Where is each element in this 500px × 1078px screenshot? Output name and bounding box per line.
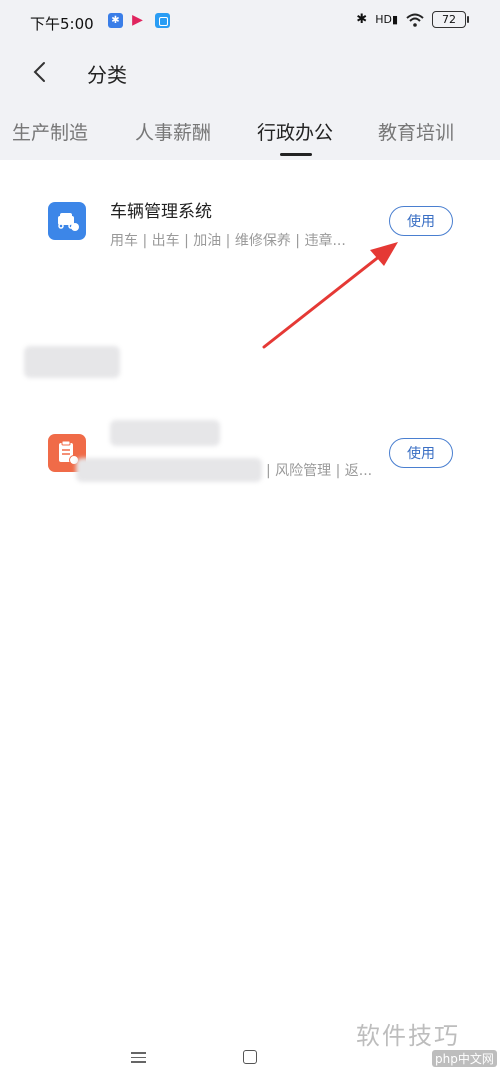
tab-education[interactable]: 教育培训 bbox=[378, 118, 454, 145]
back-arrow-icon[interactable] bbox=[30, 61, 50, 83]
use-button[interactable]: 使用 bbox=[389, 206, 453, 236]
page-title: 分类 bbox=[87, 63, 127, 87]
wifi-icon bbox=[406, 13, 424, 27]
list-item: 车辆管理系统 用车 | 出车 | 加油 | 维修保养 | 违章... 使用 bbox=[0, 180, 500, 270]
battery-icon: 72 bbox=[432, 11, 469, 28]
system-nav-bar bbox=[0, 1040, 500, 1078]
status-bar: 下午5:00 ✱ ▶ ✱ HD▮ 72 bbox=[0, 0, 500, 44]
play-icon: ▶ bbox=[132, 12, 143, 28]
tab-production[interactable]: 生产制造 bbox=[12, 118, 88, 145]
item-description: | 风险管理 | 返... bbox=[266, 463, 373, 479]
blurred-item-desc bbox=[76, 458, 262, 482]
blurred-item-title bbox=[110, 420, 220, 446]
category-tabs: 生产制造 人事薪酬 行政办公 教育培训 bbox=[0, 100, 500, 160]
car-icon bbox=[48, 202, 86, 240]
blurred-section-header bbox=[24, 346, 120, 378]
header-bar: 分类 bbox=[0, 44, 500, 100]
list-item: | 风险管理 | 返... 使用 bbox=[0, 410, 500, 500]
active-tab-indicator bbox=[280, 153, 312, 156]
tab-admin-office[interactable]: 行政办公 bbox=[257, 118, 333, 145]
status-right-group: ✱ HD▮ 72 bbox=[356, 11, 469, 28]
bluetooth-app-icon: ✱ bbox=[108, 13, 123, 28]
signal-icon: HD▮ bbox=[375, 13, 398, 26]
app-notification-icon bbox=[155, 13, 170, 28]
use-button[interactable]: 使用 bbox=[389, 438, 453, 468]
tab-hr-payroll[interactable]: 人事薪酬 bbox=[135, 118, 211, 145]
status-time: 下午5:00 bbox=[30, 15, 94, 33]
home-icon[interactable] bbox=[243, 1050, 257, 1064]
menu-icon[interactable] bbox=[131, 1049, 146, 1066]
bluetooth-icon: ✱ bbox=[356, 12, 368, 27]
item-title: 车辆管理系统 bbox=[110, 202, 212, 222]
annotation-arrow-icon bbox=[262, 242, 398, 349]
item-description: 用车 | 出车 | 加油 | 维修保养 | 违章... bbox=[110, 233, 346, 249]
